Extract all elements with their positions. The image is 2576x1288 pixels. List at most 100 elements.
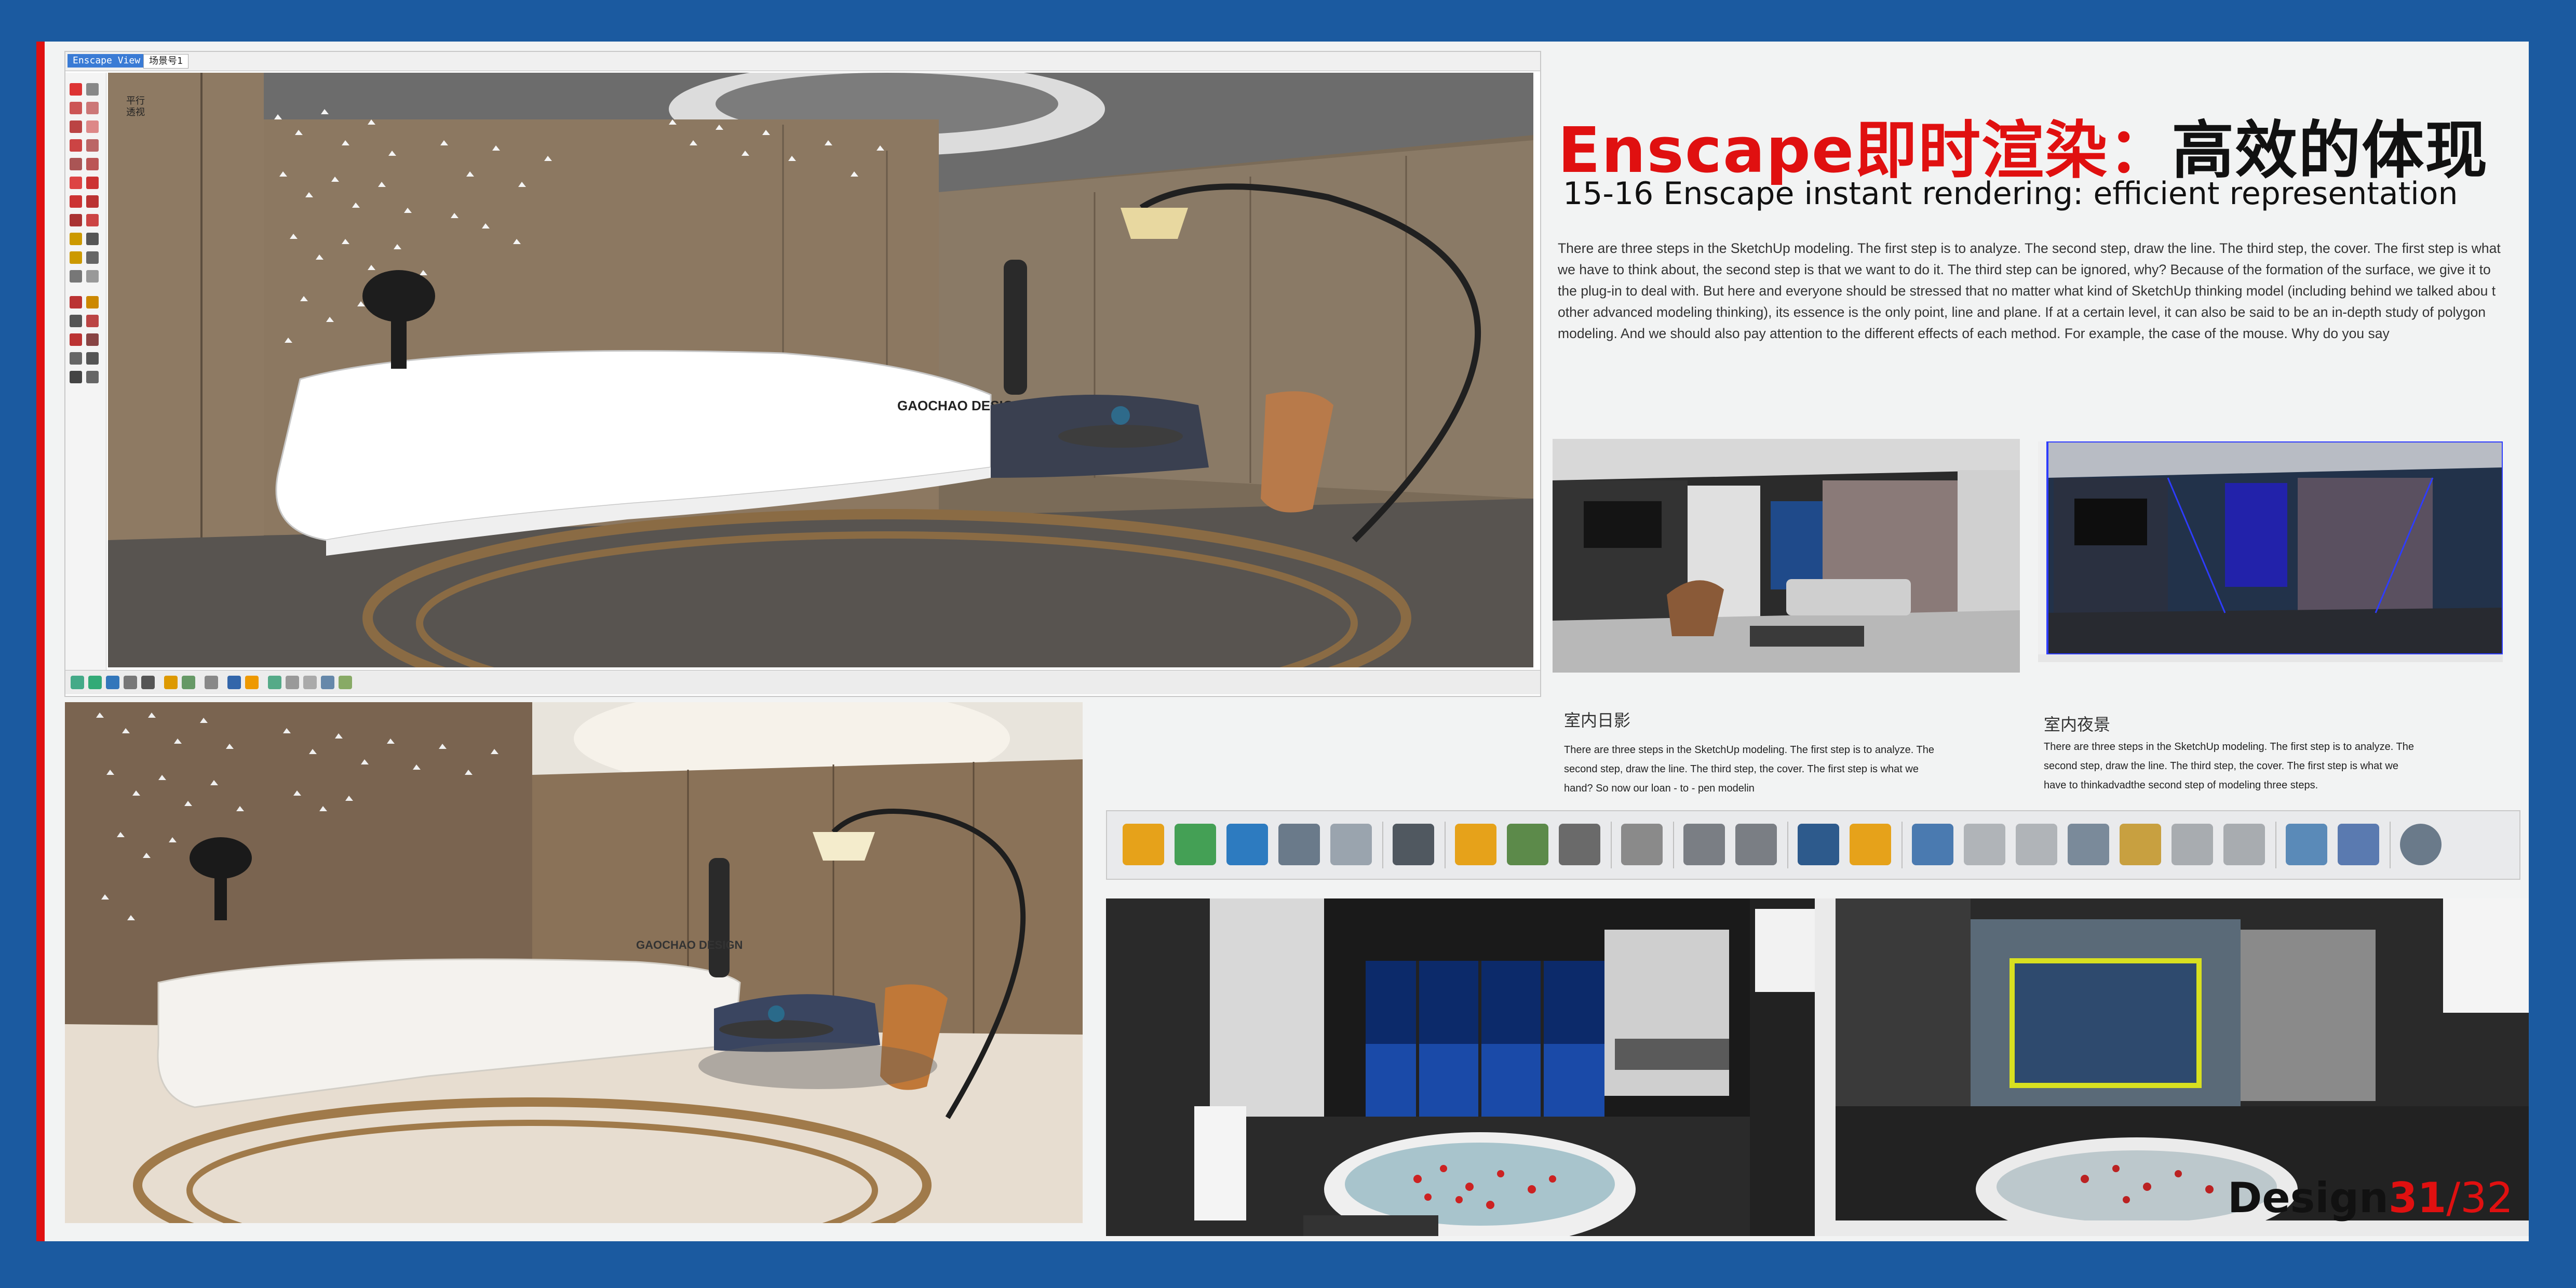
move-icon[interactable]: [70, 177, 82, 189]
settings-small-icon[interactable]: [205, 676, 218, 689]
batch-render-icon[interactable]: [2068, 824, 2109, 865]
caption-day-line-2: second step, draw the line. The third st…: [1564, 763, 1919, 775]
caption-day-body: There are three steps in the SketchUp mo…: [1564, 741, 2005, 798]
toolbar-separator: [1901, 822, 1903, 868]
sketchup-viewport[interactable]: GAOCHAO DESIGN 平行 透视: [108, 73, 1533, 667]
camera-small-icon[interactable]: [124, 676, 137, 689]
axes-icon[interactable]: [86, 251, 99, 264]
circle-icon[interactable]: [70, 139, 82, 152]
section-plane-icon[interactable]: [86, 333, 99, 346]
render-bathroom: [1106, 898, 1823, 1236]
caption-night-line-2: second step, draw the line. The third st…: [2044, 760, 2398, 772]
tape-measure-icon[interactable]: [70, 233, 82, 245]
capture-position-icon[interactable]: [1278, 824, 1320, 865]
zoom-extents-icon[interactable]: [70, 333, 82, 346]
footer-page-total: 32: [2460, 1174, 2513, 1222]
feedback-icon[interactable]: [1798, 824, 1839, 865]
settings-gear-icon[interactable]: [1559, 824, 1600, 865]
eraser-icon[interactable]: [86, 83, 99, 96]
disk-save-icon[interactable]: [2172, 824, 2213, 865]
scene-tab-bar: Enscape View 场景号1: [65, 52, 1540, 71]
info-icon[interactable]: [1850, 824, 1891, 865]
arc-icon[interactable]: [70, 158, 82, 170]
export-web-icon[interactable]: [2016, 824, 2057, 865]
dimension-icon[interactable]: [70, 270, 82, 283]
shield-small-icon[interactable]: [245, 676, 259, 689]
synchronize-views-icon[interactable]: [1226, 824, 1268, 865]
sound-icon[interactable]: [1621, 824, 1663, 865]
footer-page-sep: /: [2446, 1174, 2461, 1222]
footer-logo: Design31/32: [2228, 1174, 2513, 1222]
web-small-icon[interactable]: [303, 676, 317, 689]
freehand-icon[interactable]: [86, 102, 99, 114]
caption-day-title: 室内日影: [1564, 710, 1631, 730]
footer-page-current: 31: [2388, 1174, 2447, 1222]
zoom-icon[interactable]: [70, 315, 82, 327]
walk-icon[interactable]: [70, 371, 82, 383]
toolbar-separator: [1611, 822, 1612, 868]
render-living-night: [2038, 441, 2503, 662]
batch-small-icon[interactable]: [321, 676, 334, 689]
enscape-toolbar: [1106, 810, 2520, 880]
3d-text-icon[interactable]: [86, 270, 99, 283]
chat-small-icon[interactable]: [227, 676, 241, 689]
look-around-icon[interactable]: [86, 352, 99, 365]
scale-icon[interactable]: [70, 214, 82, 226]
asset-small-icon[interactable]: [182, 676, 195, 689]
accent-red-bar: [36, 42, 45, 1241]
polygon-icon[interactable]: [86, 139, 99, 152]
panorama-small-icon[interactable]: [339, 676, 352, 689]
position-camera-icon[interactable]: [70, 352, 82, 365]
footer-logo-text: Design: [2228, 1174, 2389, 1222]
pie-icon[interactable]: [86, 158, 99, 170]
screenshot-icon[interactable]: [1330, 824, 1372, 865]
visual-settings-icon[interactable]: [1683, 824, 1725, 865]
zoom-window-icon[interactable]: [86, 315, 99, 327]
follow-me-icon[interactable]: [86, 195, 99, 208]
folder-views-icon[interactable]: [2120, 824, 2161, 865]
add-material-icon[interactable]: [1455, 824, 1496, 865]
image-small-icon[interactable]: [268, 676, 281, 689]
enscape-start-small-icon[interactable]: [71, 676, 84, 689]
push-pull-icon[interactable]: [86, 177, 99, 189]
asset-library-icon[interactable]: [1507, 824, 1548, 865]
panorama-stereo-icon[interactable]: [2338, 824, 2379, 865]
text-icon[interactable]: [86, 233, 99, 245]
live-update-small-icon[interactable]: [88, 676, 102, 689]
rotate-icon[interactable]: [70, 195, 82, 208]
sketchup-left-toolbar: [65, 73, 106, 670]
export-exe-icon[interactable]: [1964, 824, 2005, 865]
sync-views-small-icon[interactable]: [106, 676, 119, 689]
sketchup-bottom-toolbar: [65, 670, 1540, 694]
material-small-icon[interactable]: [164, 676, 178, 689]
toolbar-separator: [1445, 822, 1446, 868]
orbit-icon[interactable]: [70, 296, 82, 308]
viewport-overlay-parallel: 平行: [126, 96, 145, 106]
exe-small-icon[interactable]: [286, 676, 299, 689]
vr-small-icon[interactable]: [141, 676, 155, 689]
vr-headset-icon[interactable]: [1393, 824, 1434, 865]
sketchup-window: Enscape View 场景号1 GAOCHAO DESIGN 平行 透视: [64, 51, 1541, 697]
tab-enscape-view[interactable]: Enscape View: [68, 54, 146, 68]
web-globe-icon[interactable]: [2400, 824, 2442, 865]
protractor-icon[interactable]: [70, 251, 82, 264]
viewport-overlay-perspective: 透视: [126, 107, 145, 117]
capture-settings-icon[interactable]: [1735, 824, 1777, 865]
render-living-day: [1553, 439, 2020, 673]
caption-night-body: There are three steps in the SketchUp mo…: [2044, 737, 2501, 795]
select-icon[interactable]: [70, 83, 82, 96]
pan-icon[interactable]: [86, 296, 99, 308]
tab-scene-1[interactable]: 场景号1: [143, 54, 188, 69]
upload-icon[interactable]: [2223, 824, 2265, 865]
rectangle-icon[interactable]: [70, 120, 82, 133]
panorama-icon[interactable]: [2286, 824, 2327, 865]
footprints-icon[interactable]: [86, 371, 99, 383]
line-icon[interactable]: [70, 102, 82, 114]
offset-icon[interactable]: [86, 214, 99, 226]
rotated-rectangle-icon[interactable]: [86, 120, 99, 133]
reception-model-view: GAOCHAO DESIGN 平行 透视: [108, 73, 1533, 667]
live-update-icon[interactable]: [1175, 824, 1216, 865]
start-enscape-icon[interactable]: [1123, 824, 1164, 865]
toolbar-separator: [2275, 822, 2276, 868]
export-image-icon[interactable]: [1912, 824, 1953, 865]
